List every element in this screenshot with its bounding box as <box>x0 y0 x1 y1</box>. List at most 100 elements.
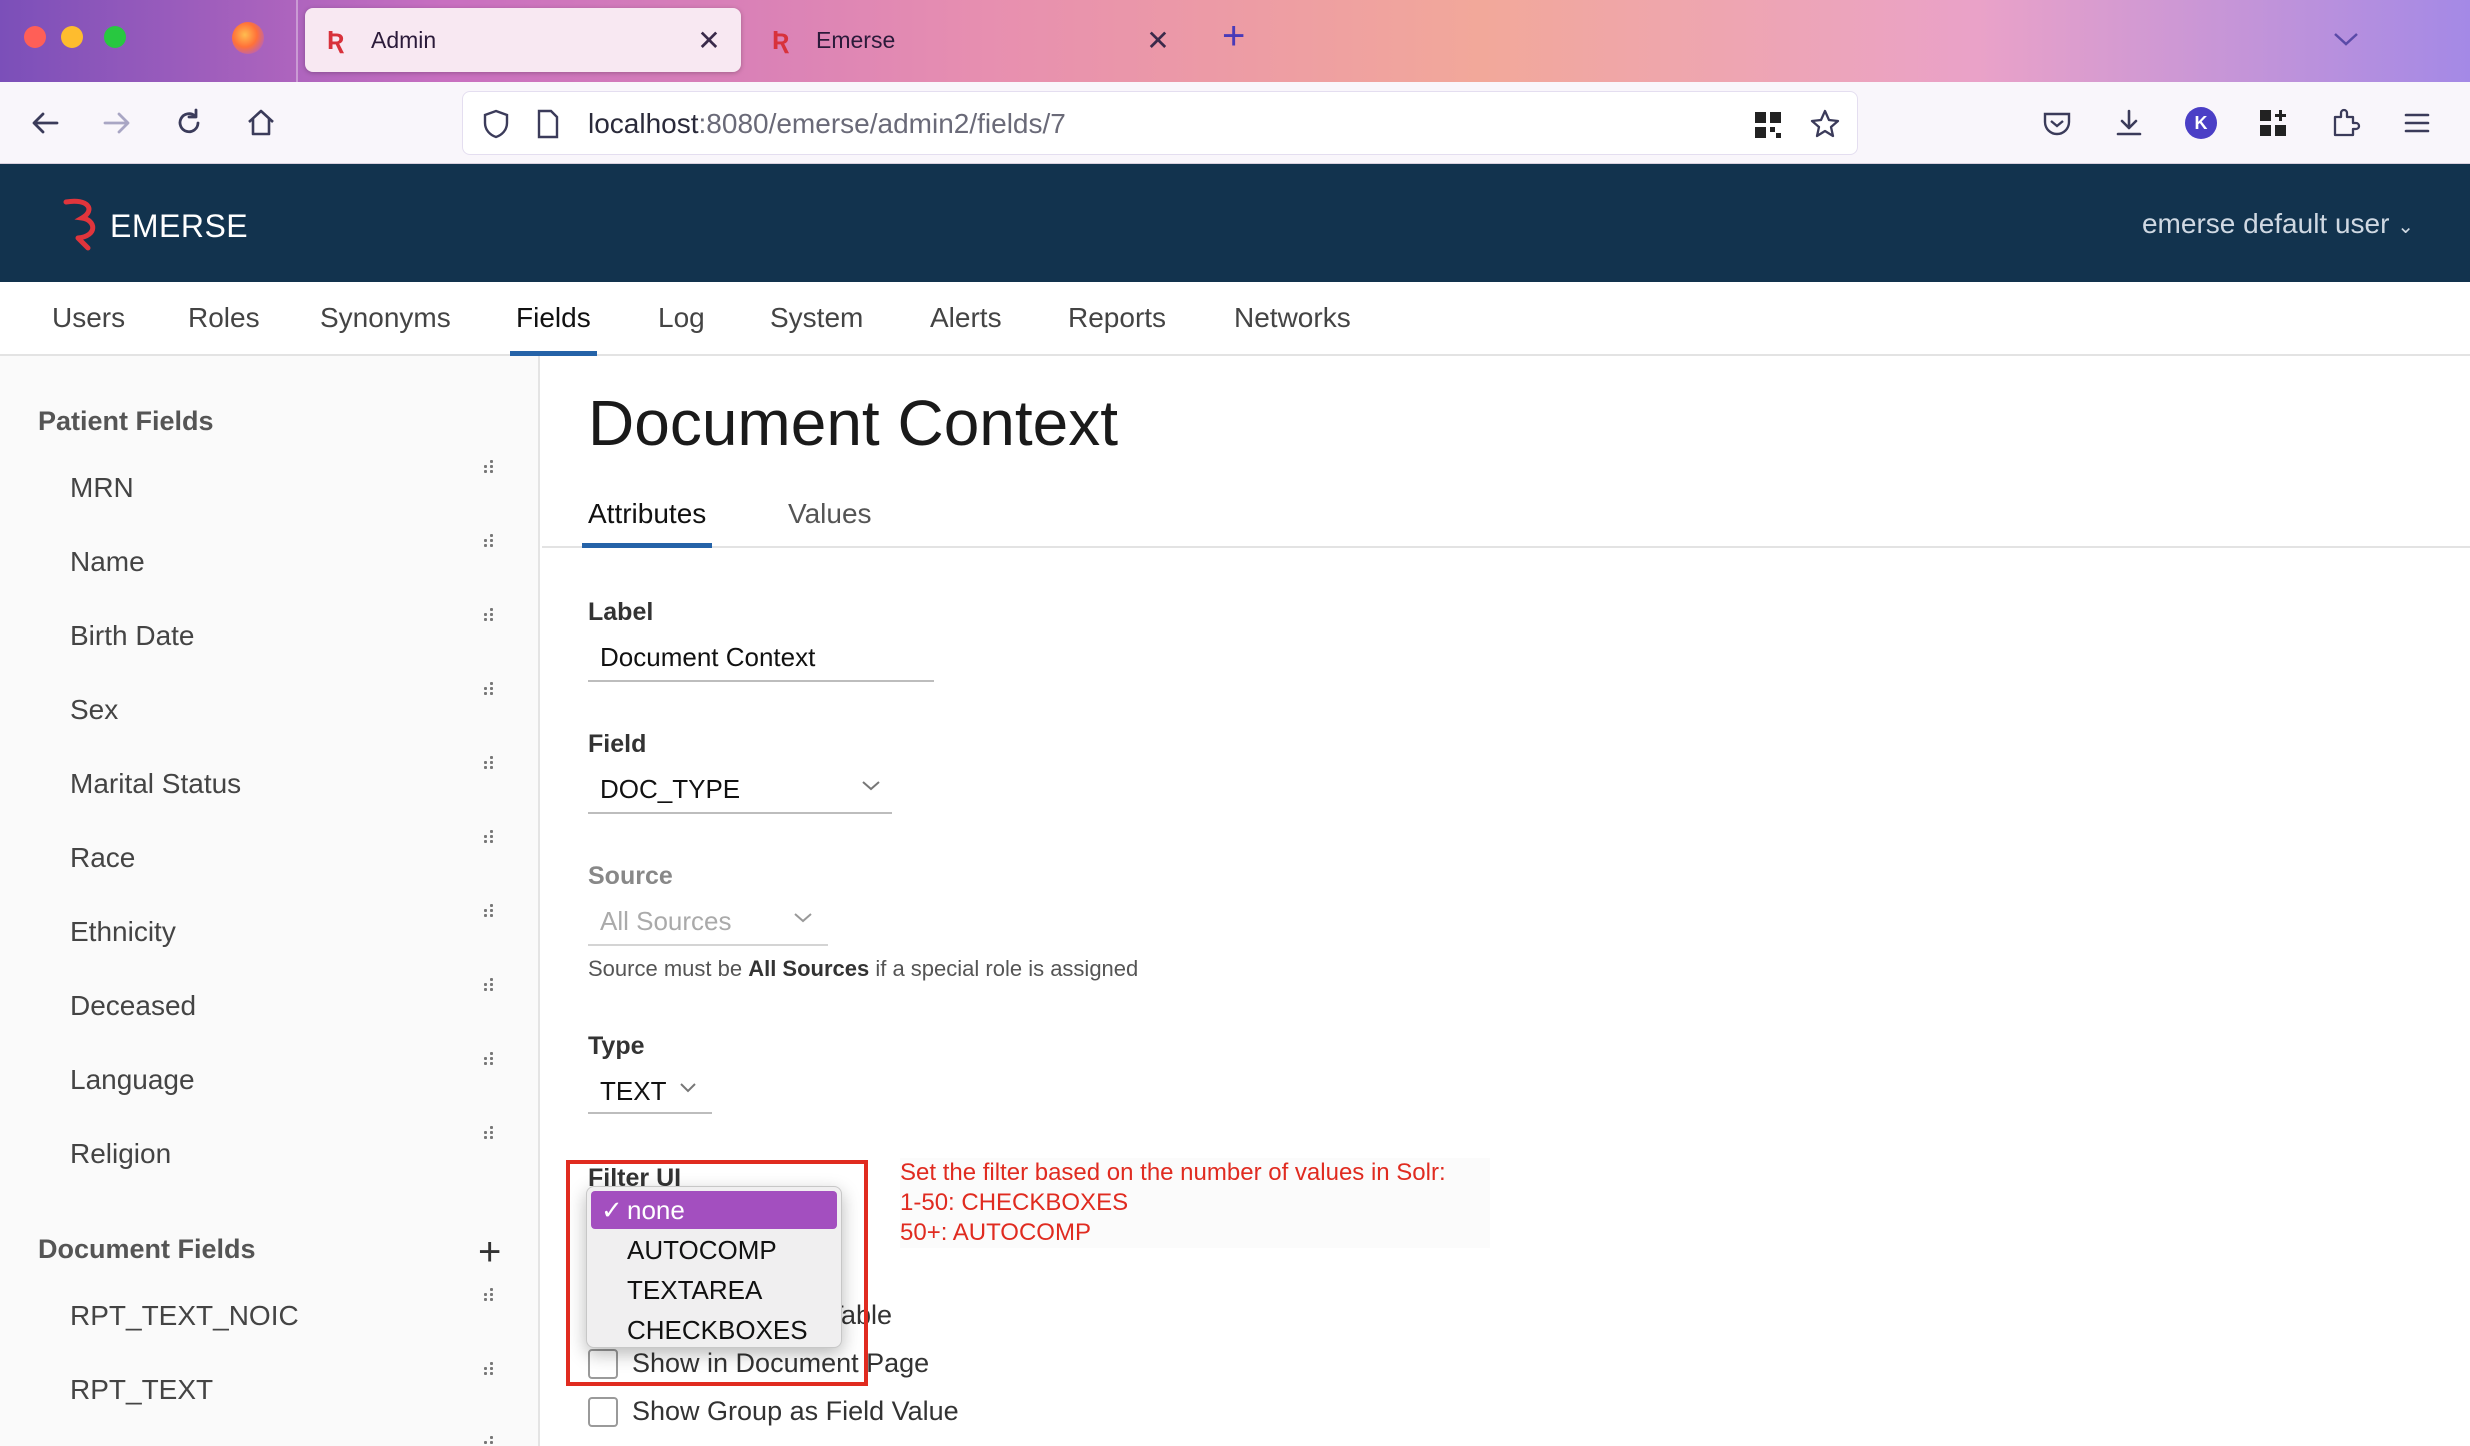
sidebar-item-marital-status[interactable]: Marital Status <box>70 768 241 800</box>
label-input[interactable]: Document Context <box>600 642 815 673</box>
reload-button[interactable] <box>166 100 212 146</box>
address-bar[interactable]: localhost:8080/emerse/admin2/fields/7 <box>462 91 1858 155</box>
tab-fields[interactable]: Fields <box>510 302 597 356</box>
sidebar-item-rpt-text[interactable]: RPT_TEXT <box>70 1374 213 1406</box>
sidebar-item-language[interactable]: Language <box>70 1064 195 1096</box>
label-caption: Label <box>588 598 654 626</box>
back-arrow-icon <box>32 112 59 134</box>
list-all-tabs-icon[interactable] <box>2330 10 2362 68</box>
drag-handle-icon[interactable] <box>484 534 502 548</box>
source-help-prefix: Source must be <box>588 956 749 981</box>
new-tab-button[interactable]: + <box>1222 14 1245 59</box>
drag-handle-icon[interactable] <box>484 1052 502 1066</box>
chevron-down-icon[interactable] <box>792 910 814 926</box>
document-fields-heading: Document Fields <box>38 1234 256 1264</box>
window-close-button[interactable] <box>24 26 46 48</box>
tab-reports[interactable]: Reports <box>1068 302 1166 356</box>
tab-alerts[interactable]: Alerts <box>930 302 1002 356</box>
field-select[interactable]: DOC_TYPE <box>600 774 740 805</box>
drag-handle-icon[interactable] <box>484 1126 502 1140</box>
tab-system[interactable]: System <box>770 302 863 356</box>
extensions-grid-button[interactable] <box>2250 100 2296 146</box>
sidebar-item-birth-date[interactable]: Birth Date <box>70 620 195 652</box>
tab-attributes[interactable]: Attributes <box>582 498 713 548</box>
tab-roles[interactable]: Roles <box>188 302 260 356</box>
tab-log[interactable]: Log <box>658 302 705 356</box>
source-help-suffix: if a special role is assigned <box>869 956 1139 981</box>
sidebar-item-deceased[interactable]: Deceased <box>70 990 196 1022</box>
field-select-underline <box>588 812 892 814</box>
browser-tab-title: Emerse <box>816 26 896 53</box>
sidebar-item-mrn[interactable]: MRN <box>70 472 134 504</box>
add-document-field-button[interactable]: + <box>478 1230 501 1275</box>
app-logo-text[interactable]: EMERSE <box>110 208 248 245</box>
back-button[interactable] <box>22 100 68 146</box>
tab-synonyms[interactable]: Synonyms <box>320 302 451 356</box>
source-select-underline <box>588 944 828 946</box>
browser-nav-bar: localhost:8080/emerse/admin2/fields/7 K <box>0 82 2470 164</box>
drag-handle-icon[interactable] <box>484 1288 502 1302</box>
sidebar-item-rpt-text-noic[interactable]: RPT_TEXT_NOIC <box>70 1300 299 1332</box>
tab-networks[interactable]: Networks <box>1234 302 1351 356</box>
close-tab-icon[interactable]: ✕ <box>1140 24 1176 57</box>
extensions-button[interactable] <box>2322 100 2368 146</box>
type-caption: Type <box>588 1032 645 1060</box>
drag-handle-icon[interactable] <box>484 682 502 696</box>
drag-handle-icon[interactable] <box>484 1362 502 1376</box>
show-group-as-field-value-row[interactable]: Show Group as Field Value <box>588 1396 959 1427</box>
type-select[interactable]: TEXT <box>600 1076 666 1107</box>
page-info-icon[interactable] <box>535 108 561 140</box>
drag-handle-icon[interactable] <box>484 756 502 770</box>
source-select[interactable]: All Sources <box>600 906 732 937</box>
annotation-line: Set the filter based on the number of va… <box>900 1159 1446 1186</box>
home-button[interactable] <box>238 100 284 146</box>
window-maximize-button[interactable] <box>104 26 126 48</box>
show-group-as-field-value-checkbox[interactable] <box>588 1396 618 1427</box>
chevron-down-icon[interactable] <box>678 1080 698 1096</box>
annotation-note: Set the filter based on the number of va… <box>900 1158 1490 1248</box>
browser-tab-emerse[interactable]: Ʀ Emerse ✕ <box>750 8 1190 72</box>
firefox-icon[interactable] <box>232 22 264 54</box>
drag-handle-icon[interactable] <box>484 460 502 474</box>
url-host: localhost <box>588 108 699 139</box>
app-menu-button[interactable] <box>2394 100 2440 146</box>
emerse-favicon-icon: Ʀ <box>327 24 345 55</box>
puzzle-piece-icon <box>2333 108 2361 137</box>
account-button[interactable]: K <box>2178 100 2224 146</box>
drag-handle-icon[interactable] <box>484 830 502 844</box>
tab-divider <box>296 0 298 82</box>
sidebar-item-sex[interactable]: Sex <box>70 694 118 726</box>
drag-handle-icon[interactable] <box>484 978 502 992</box>
qr-code-icon[interactable] <box>1753 110 1783 140</box>
sidebar-item-name[interactable]: Name <box>70 546 145 578</box>
drag-handle-icon[interactable] <box>484 1436 502 1446</box>
close-tab-icon[interactable]: ✕ <box>691 24 727 57</box>
url-path: :8080/emerse/admin2/fields/7 <box>698 108 1066 139</box>
drag-handle-icon[interactable] <box>484 608 502 622</box>
bookmark-star-icon[interactable] <box>1809 108 1841 140</box>
sidebar-item-race[interactable]: Race <box>70 842 135 874</box>
sidebar-item-ethnicity[interactable]: Ethnicity <box>70 916 176 948</box>
sidebar-item-religion[interactable]: Religion <box>70 1138 171 1170</box>
url-text[interactable]: localhost:8080/emerse/admin2/fields/7 <box>588 108 1066 140</box>
forward-arrow-icon <box>103 112 130 134</box>
type-select-underline <box>588 1112 712 1114</box>
window-minimize-button[interactable] <box>61 26 83 48</box>
drag-handle-icon[interactable] <box>484 904 502 918</box>
patient-fields-heading: Patient Fields <box>38 406 214 436</box>
browser-tab-admin[interactable]: Ʀ Admin ✕ <box>305 8 741 72</box>
downloads-button[interactable] <box>2106 100 2152 146</box>
forward-button[interactable] <box>94 100 140 146</box>
tracking-protection-shield-icon[interactable] <box>481 108 511 140</box>
user-menu[interactable]: emerse default user ⌄ <box>2142 208 2414 240</box>
emerse-favicon-icon: Ʀ <box>772 24 790 55</box>
emerse-logo-icon[interactable] <box>58 196 104 252</box>
fields-sidebar: Patient Fields MRN Name Birth Date Sex M… <box>0 356 540 1446</box>
browser-tab-bar: Ʀ Admin ✕ Ʀ Emerse ✕ + <box>0 0 2470 82</box>
app-header: EMERSE emerse default user ⌄ <box>0 164 2470 282</box>
chevron-down-icon[interactable] <box>860 778 882 794</box>
tab-values[interactable]: Values <box>788 498 872 548</box>
home-icon <box>248 109 274 136</box>
tab-users[interactable]: Users <box>52 302 125 356</box>
pocket-button[interactable] <box>2034 100 2080 146</box>
